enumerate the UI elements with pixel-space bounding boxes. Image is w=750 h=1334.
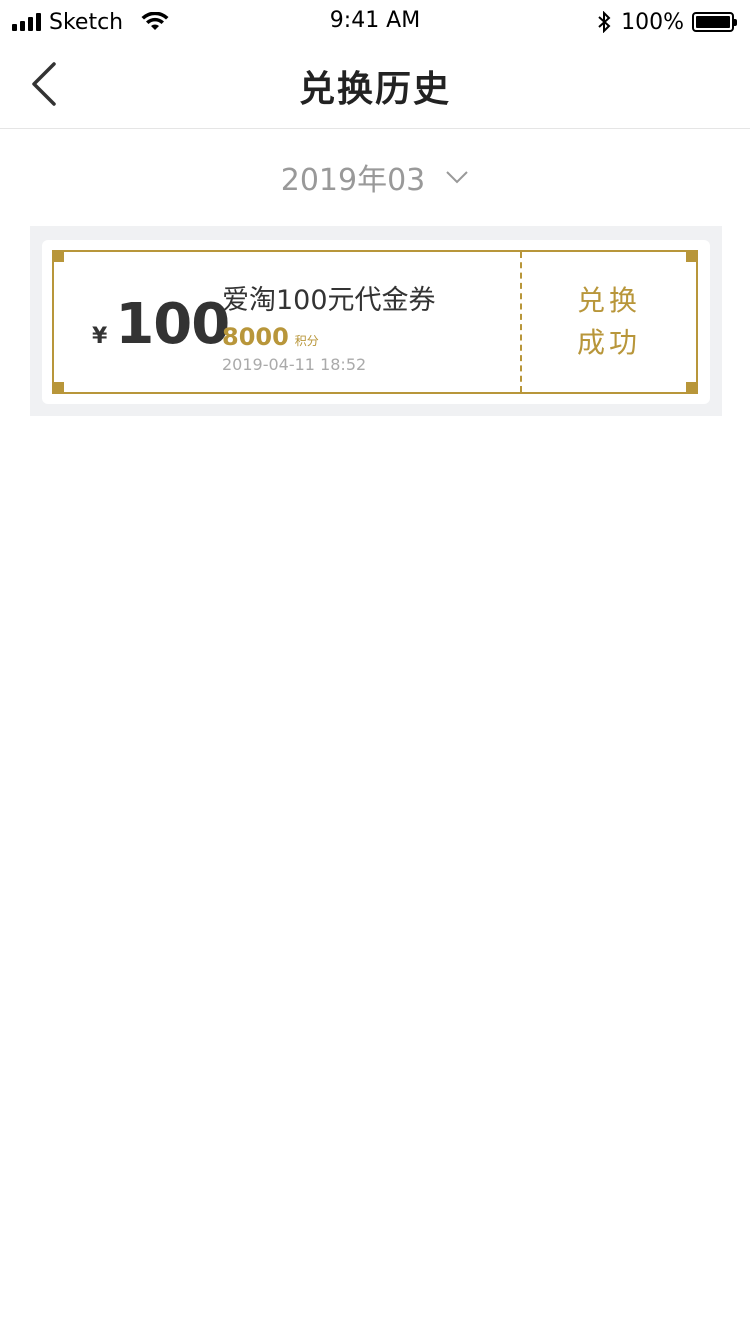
- coupon-ticket: ¥ 100 爱淘100元代金券 8000 积分 2019-04-11 18:52…: [52, 250, 698, 394]
- chevron-down-icon: [446, 171, 468, 184]
- status-line-1: 兑换: [576, 284, 641, 317]
- status-bar: Sketch 9:41 AM 100%: [0, 0, 750, 40]
- month-label: 2019年03: [280, 163, 426, 198]
- battery-icon: [692, 12, 737, 32]
- page-title: 兑换历史: [298, 69, 451, 110]
- currency-symbol: ¥: [92, 324, 108, 349]
- status-line-2: 成功: [576, 326, 641, 359]
- coupon-name: 爱淘100元代金券: [222, 285, 436, 316]
- points-row: 8000 积分: [222, 323, 436, 351]
- coupon-value: ¥ 100: [92, 292, 230, 357]
- record-list: ¥ 100 爱淘100元代金券 8000 积分 2019-04-11 18:52…: [30, 226, 722, 416]
- exchange-time: 2019-04-11 18:52: [222, 355, 367, 374]
- bluetooth-icon: [598, 11, 611, 33]
- nav-bar: 兑换历史: [0, 40, 750, 129]
- points-unit: 积分: [294, 334, 319, 348]
- coupon-info: 爱淘100元代金券 8000 积分 2019-04-11 18:52: [222, 278, 436, 374]
- battery-percentage: 100%: [621, 9, 684, 35]
- month-selector[interactable]: 2019年03: [0, 152, 750, 202]
- points-value: 8000: [222, 323, 289, 351]
- record-card[interactable]: ¥ 100 爱淘100元代金券 8000 积分 2019-04-11 18:52…: [42, 240, 710, 404]
- status-badge: 兑换 成功: [522, 252, 696, 392]
- coupon-amount: 100: [115, 292, 230, 357]
